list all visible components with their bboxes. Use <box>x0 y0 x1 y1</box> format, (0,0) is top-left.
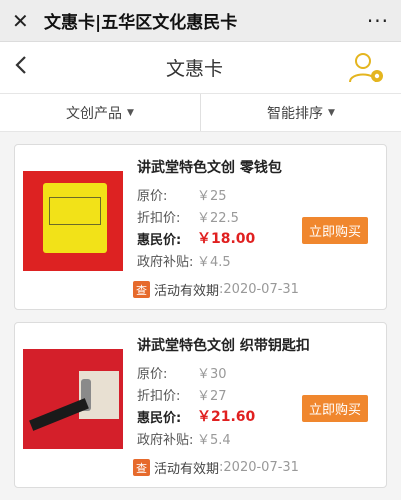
product-image[interactable] <box>23 349 123 449</box>
filter-bar: 文创产品 ▼ 智能排序 ▼ <box>0 94 401 132</box>
filter-category-label: 文创产品 <box>66 105 123 122</box>
discount-price-label: 折扣价: <box>137 388 181 404</box>
validity-date: :2020-07-31 <box>219 460 299 475</box>
filter-sort[interactable]: 智能排序 ▼ <box>200 94 401 131</box>
hui-price-label: 惠民价: <box>137 232 182 248</box>
product-card[interactable]: 讲武堂特色文创 织带钥匙扣 原价: ￥30 折扣价: ￥27 惠民价: ￥21.… <box>14 322 387 488</box>
discount-price-label: 折扣价: <box>137 210 181 226</box>
hui-price: ￥21.60 <box>197 409 256 425</box>
subsidy-label: 政府补贴: <box>137 254 194 270</box>
original-price: ￥25 <box>197 188 227 204</box>
subsidy-row: 政府补贴: ￥5.4 <box>137 427 378 449</box>
product-image[interactable] <box>23 171 123 271</box>
wechat-title-bar: ✕ 文惠卡|五华区文化惠民卡 ··· <box>0 0 401 42</box>
original-price-row: 原价: ￥30 <box>137 361 378 383</box>
subsidy-label: 政府补贴: <box>137 432 194 448</box>
subsidy-row: 政府补贴: ￥4.5 <box>137 249 378 271</box>
validity-row: 查 活动有效期 :2020-07-31 <box>133 280 299 299</box>
window-title: 文惠卡|五华区文化惠民卡 <box>44 13 238 33</box>
caret-down-icon: ▼ <box>127 107 134 118</box>
product-name: 讲武堂特色文创 织带钥匙扣 <box>137 338 310 354</box>
user-gear-icon[interactable] <box>347 50 387 86</box>
more-icon[interactable]: ··· <box>367 9 389 33</box>
original-price-row: 原价: ￥25 <box>137 183 378 205</box>
original-price-label: 原价: <box>137 188 168 204</box>
filter-category[interactable]: 文创产品 ▼ <box>0 94 200 131</box>
buy-now-button[interactable]: 立即购买 <box>301 395 368 422</box>
hui-price: ￥18.00 <box>197 231 256 247</box>
caret-down-icon: ▼ <box>328 107 335 118</box>
validity-label: 活动有效期 <box>154 462 220 477</box>
validity-tag: 查 <box>133 281 150 298</box>
page-title: 文惠卡 <box>165 58 223 80</box>
product-card[interactable]: 讲武堂特色文创 零钱包 原价: ￥25 折扣价: ￥22.5 惠民价: ￥18.… <box>14 144 387 310</box>
subsidy-value: ￥5.4 <box>197 432 231 448</box>
validity-label: 活动有效期 <box>154 284 220 299</box>
product-name: 讲武堂特色文创 零钱包 <box>137 160 282 176</box>
validity-tag: 查 <box>133 459 150 476</box>
original-price: ￥30 <box>197 366 227 382</box>
discount-price: ￥27 <box>197 388 227 404</box>
validity-date: :2020-07-31 <box>219 282 299 297</box>
original-price-label: 原价: <box>137 366 168 382</box>
app-header: 文惠卡 <box>0 42 401 94</box>
product-list: 讲武堂特色文创 零钱包 原价: ￥25 折扣价: ￥22.5 惠民价: ￥18.… <box>0 132 401 488</box>
emblem-shape <box>49 197 101 225</box>
chevron-left-icon[interactable] <box>14 55 42 81</box>
close-icon[interactable]: ✕ <box>12 11 36 31</box>
subsidy-value: ￥4.5 <box>197 254 231 270</box>
filter-sort-label: 智能排序 <box>267 105 324 122</box>
discount-price: ￥22.5 <box>197 210 239 226</box>
buy-now-button[interactable]: 立即购买 <box>301 217 368 244</box>
validity-row: 查 活动有效期 :2020-07-31 <box>133 458 299 477</box>
hui-price-label: 惠民价: <box>137 410 182 426</box>
